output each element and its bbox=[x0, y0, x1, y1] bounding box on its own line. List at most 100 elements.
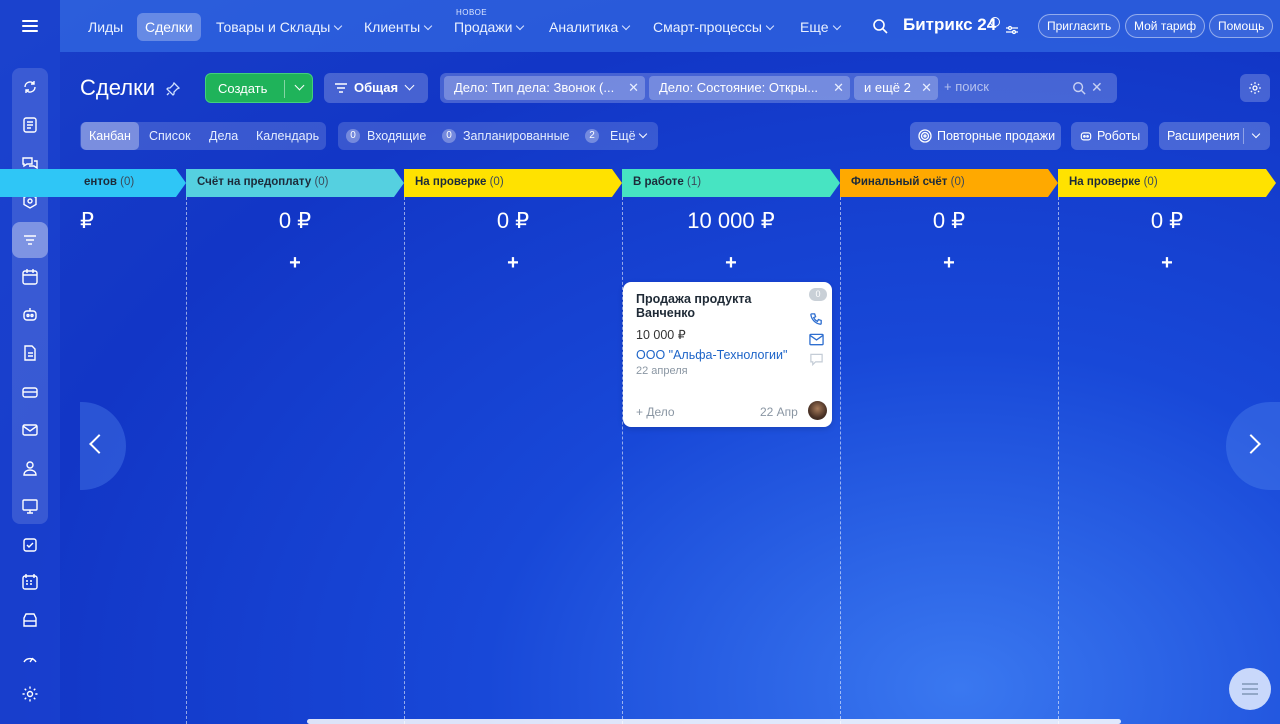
counter-incoming[interactable]: Входящие bbox=[367, 129, 426, 143]
clear-icon[interactable]: ✕ bbox=[1091, 79, 1103, 96]
deal-company-link[interactable]: ООО "Альфа-Технологии" bbox=[636, 348, 787, 362]
create-button[interactable]: Создать bbox=[205, 73, 313, 103]
brand-logo[interactable]: Битрикс 24 bbox=[903, 15, 996, 35]
nav-analytics[interactable]: Аналитика bbox=[541, 13, 637, 41]
nav-smart-processes[interactable]: Смарт-процессы bbox=[645, 13, 781, 41]
counter-more[interactable]: Ещё bbox=[610, 129, 636, 143]
nav-leads[interactable]: Лиды bbox=[80, 13, 131, 41]
add-deal-button[interactable]: + bbox=[186, 252, 404, 275]
phone-icon[interactable] bbox=[809, 312, 824, 327]
stage-count: (1) bbox=[687, 176, 702, 188]
add-activity-button[interactable]: + Дело bbox=[636, 405, 675, 419]
stage-label: В работе (1) bbox=[633, 176, 701, 188]
contacts-icon[interactable] bbox=[20, 458, 40, 478]
filter-chip-label: Дело: Тип дела: Звонок (... bbox=[454, 80, 615, 95]
menu-toggle-button[interactable] bbox=[0, 0, 60, 52]
horizontal-scrollbar[interactable] bbox=[307, 719, 1121, 724]
filter-chip[interactable]: и ещё 2 ✕ bbox=[854, 76, 938, 100]
add-deal-button[interactable]: + bbox=[840, 252, 1058, 275]
tasks-icon[interactable] bbox=[20, 535, 40, 555]
counter-planned[interactable]: Запланированные bbox=[463, 129, 570, 143]
close-icon[interactable]: ✕ bbox=[921, 76, 932, 100]
filter-bar[interactable]: Дело: Тип дела: Звонок (... ✕ Дело: Состо… bbox=[440, 73, 1117, 103]
stage-header[interactable]: Счёт на предоплату (0) bbox=[186, 169, 404, 197]
mail-icon[interactable] bbox=[20, 420, 40, 440]
settings-icon[interactable] bbox=[20, 684, 40, 704]
nav-deals[interactable]: Сделки bbox=[137, 13, 201, 41]
stage-header[interactable]: В работе (1) bbox=[622, 169, 840, 197]
search-icon[interactable] bbox=[872, 18, 888, 34]
filter-chip-label: и ещё 2 bbox=[864, 80, 911, 95]
calendar-icon[interactable] bbox=[20, 267, 40, 287]
store-icon[interactable] bbox=[20, 610, 40, 630]
stage-sum: ₽ bbox=[80, 208, 94, 233]
help-button[interactable]: Помощь bbox=[1209, 14, 1274, 38]
add-deal-button[interactable]: + bbox=[404, 252, 622, 275]
stage-count: (0) bbox=[1143, 176, 1158, 188]
avatar[interactable] bbox=[808, 401, 827, 420]
add-deal-button[interactable]: + bbox=[1058, 252, 1276, 275]
view-kanban[interactable]: Канбан bbox=[81, 122, 139, 150]
pipeline-label: Общая bbox=[354, 80, 399, 95]
robots-label: Роботы bbox=[1097, 129, 1141, 143]
search-icon[interactable] bbox=[1072, 81, 1086, 95]
sliders-icon[interactable] bbox=[1006, 22, 1018, 35]
terminal-icon[interactable] bbox=[20, 382, 40, 402]
stage-sum: 0 ₽ bbox=[496, 208, 530, 233]
activity-counter: 0 bbox=[809, 288, 827, 301]
rail-group-crm bbox=[12, 68, 48, 524]
mail-icon[interactable] bbox=[809, 333, 824, 346]
filter-chip-label: Дело: Состояние: Откры... bbox=[659, 80, 819, 95]
presentation-icon[interactable] bbox=[20, 496, 40, 516]
close-icon[interactable]: ✕ bbox=[833, 76, 844, 100]
my-tariff-button[interactable]: Мой тариф bbox=[1125, 14, 1206, 38]
robots-button[interactable]: Роботы bbox=[1071, 122, 1148, 150]
filter-chip[interactable]: Дело: Тип дела: Звонок (... ✕ bbox=[444, 76, 645, 100]
chevron-down-icon[interactable] bbox=[294, 80, 305, 91]
view-calendar[interactable]: Календарь bbox=[256, 122, 319, 150]
deal-card[interactable]: Продажа продукта Ванченко 0 10 000 ₽ ООО… bbox=[623, 282, 832, 427]
add-deal-button[interactable]: + bbox=[622, 252, 840, 275]
close-icon[interactable]: ✕ bbox=[628, 76, 639, 100]
stage-name: Счёт на предоплату bbox=[197, 176, 312, 188]
sync-icon[interactable] bbox=[20, 77, 40, 97]
chevron-down-icon[interactable] bbox=[1251, 129, 1261, 139]
view-list[interactable]: Список bbox=[149, 122, 191, 150]
chevron-down-icon bbox=[516, 21, 525, 31]
stage-header[interactable]: ентов (0) bbox=[0, 169, 186, 197]
stage-name: ентов bbox=[84, 176, 117, 188]
nav-clients[interactable]: Клиенты bbox=[356, 13, 439, 41]
scroll-right-button[interactable] bbox=[1226, 402, 1280, 490]
nav-sales[interactable]: Продажи bbox=[446, 13, 531, 41]
stage-header[interactable]: На проверке (0) bbox=[1058, 169, 1276, 197]
schedule-icon[interactable] bbox=[20, 572, 40, 592]
pipeline-select[interactable]: Общая bbox=[324, 73, 428, 103]
filter-search-input[interactable]: + поиск bbox=[944, 79, 989, 94]
list-icon bbox=[1242, 683, 1258, 695]
analytics-icon[interactable] bbox=[20, 647, 40, 667]
stage-header[interactable]: Финальный счёт (0) bbox=[840, 169, 1058, 197]
column-divider bbox=[622, 197, 623, 724]
nav-products[interactable]: Товары и Склады bbox=[208, 13, 349, 41]
robot-icon bbox=[1080, 132, 1092, 141]
repeat-sales-button[interactable]: Повторные продажи bbox=[910, 122, 1061, 150]
settings-button[interactable] bbox=[1240, 74, 1270, 102]
nav-more[interactable]: Еще bbox=[792, 13, 848, 41]
scroll-left-button[interactable] bbox=[80, 402, 126, 490]
robot-icon[interactable] bbox=[20, 305, 40, 325]
document-icon[interactable] bbox=[20, 343, 40, 363]
clock-icon bbox=[990, 17, 1000, 27]
stage-count: (0) bbox=[950, 176, 965, 188]
news-icon[interactable] bbox=[20, 115, 40, 135]
deal-title[interactable]: Продажа продукта Ванченко bbox=[636, 292, 806, 320]
pin-icon[interactable] bbox=[166, 81, 181, 96]
comment-icon[interactable] bbox=[809, 353, 824, 367]
filter-chip[interactable]: Дело: Состояние: Откры... ✕ bbox=[649, 76, 850, 100]
list-menu-button[interactable] bbox=[1229, 668, 1271, 710]
invite-button[interactable]: Пригласить bbox=[1038, 14, 1121, 38]
view-activities[interactable]: Дела bbox=[209, 122, 238, 150]
extensions-button[interactable]: Расширения bbox=[1159, 122, 1270, 150]
stage-header[interactable]: На проверке (0) bbox=[404, 169, 622, 197]
deal-date: 22 апреля bbox=[636, 365, 688, 377]
nav-sales-label: Продажи bbox=[454, 19, 513, 35]
